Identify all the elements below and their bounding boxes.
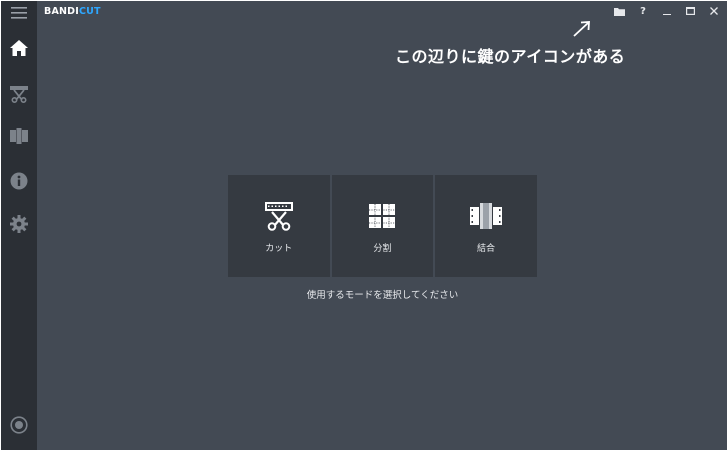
mode-cut-button[interactable]: カット — [228, 175, 330, 277]
mode-join-button[interactable]: 結合 — [435, 175, 537, 277]
info-icon — [10, 172, 28, 190]
minimize-icon — [663, 14, 671, 15]
maximize-button[interactable] — [681, 3, 699, 19]
join-mode-icon — [469, 199, 503, 233]
close-button[interactable] — [705, 3, 723, 19]
hamburger-icon — [11, 7, 27, 19]
bandicut-window: BANDICUT ? この辺りに鍵のアイコンがある カット 分割 結合 使用する… — [1, 1, 727, 450]
title-bar: BANDICUT ? — [37, 1, 727, 23]
mode-hint-text: 使用するモードを選択してください — [306, 290, 459, 301]
film-merge-icon — [10, 128, 28, 144]
logo-text-cut: CUT — [78, 6, 101, 17]
maximize-icon — [685, 7, 695, 15]
sidebar-item-home[interactable] — [1, 30, 37, 66]
gear-icon — [10, 215, 28, 233]
mode-split-label: 分割 — [373, 244, 392, 254]
menu-button[interactable] — [1, 1, 37, 31]
mode-cut-label: カット — [265, 244, 293, 254]
sidebar-item-merge[interactable] — [1, 118, 37, 154]
close-icon — [710, 7, 718, 15]
record-icon — [10, 416, 28, 434]
open-folder-button[interactable] — [610, 3, 628, 19]
help-button[interactable]: ? — [634, 3, 652, 19]
help-icon: ? — [640, 5, 646, 17]
mode-selector: カット 分割 結合 — [228, 175, 537, 277]
sidebar-item-record[interactable] — [1, 407, 37, 443]
folder-icon — [613, 7, 625, 16]
logo-text-bandi: BANDI — [44, 6, 79, 17]
home-icon — [10, 40, 28, 56]
annotation-text: この辺りに鍵のアイコンがある — [395, 47, 626, 66]
cut-mode-icon — [262, 199, 296, 233]
annotation-arrow-icon — [573, 21, 590, 37]
split-mode-icon — [365, 199, 399, 233]
sidebar-item-info[interactable] — [1, 163, 37, 199]
sidebar-item-settings[interactable] — [1, 206, 37, 242]
app-logo: BANDICUT — [44, 6, 101, 18]
sidebar — [1, 1, 37, 450]
minimize-button[interactable] — [658, 3, 676, 19]
mode-join-label: 結合 — [476, 244, 495, 254]
sidebar-item-cut[interactable] — [1, 76, 37, 112]
scissors-icon — [10, 86, 28, 103]
mode-split-button[interactable]: 分割 — [331, 175, 434, 277]
